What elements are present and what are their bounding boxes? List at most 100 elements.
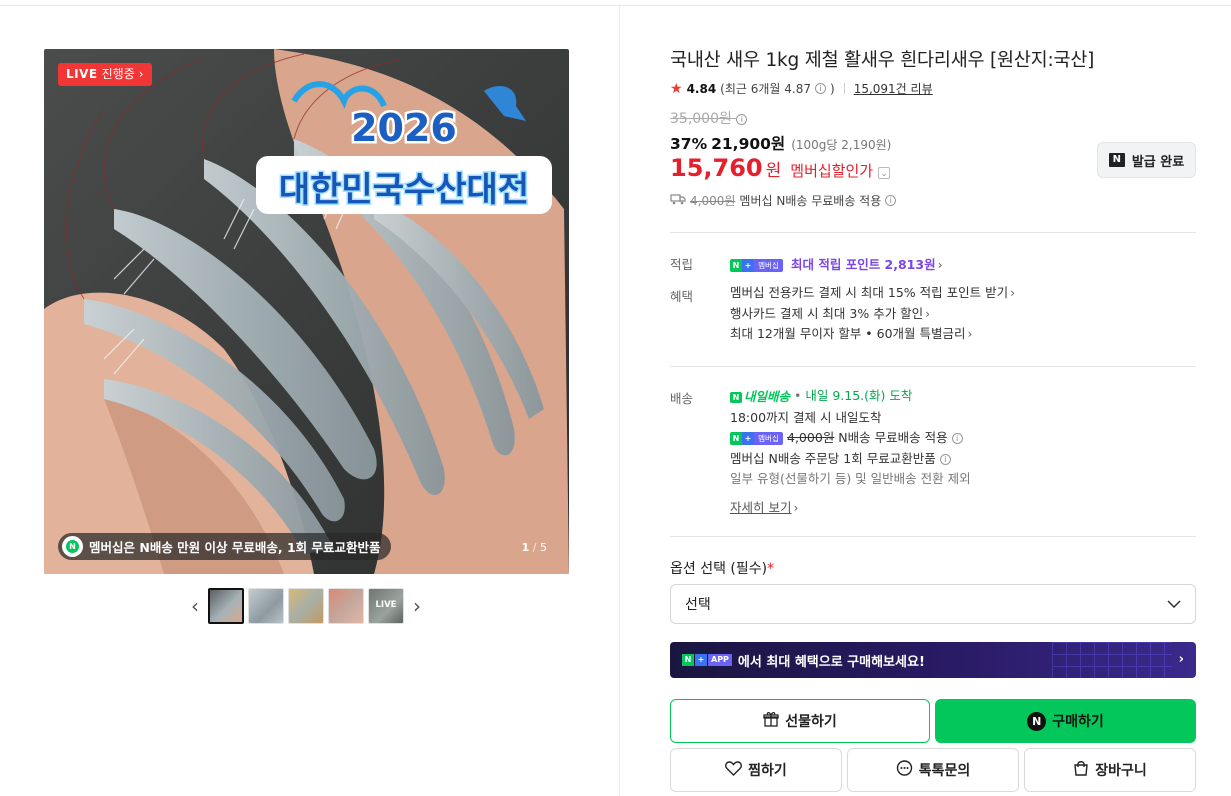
member-price-label[interactable]: 멤버십할인가 <box>790 160 873 181</box>
section-divider <box>670 366 1196 367</box>
delivery-info: N 내일배송 • 내일 9.15.(화) 도착 18:00까지 결제 시 내일도착… <box>730 386 971 518</box>
delivery-arrival-row: N 내일배송 • 내일 9.15.(화) 도착 <box>730 386 971 408</box>
cart-button[interactable]: 장바구니 <box>1024 748 1196 792</box>
rating-score: 4.84 <box>686 81 717 96</box>
thumbnail-prev-button[interactable]: ‹ <box>186 588 204 624</box>
original-price-value: 35,000원 <box>670 111 732 127</box>
thumbnail-3[interactable] <box>288 588 324 624</box>
image-counter: 1 / 5 <box>521 541 547 554</box>
tomorrow-delivery-logo: N 내일배송 <box>730 387 790 408</box>
points-row[interactable]: N + 멤버십 최대 적립 포인트 2,813원 › <box>730 254 943 273</box>
member-price-won: 원 <box>765 161 782 181</box>
info-icon[interactable]: i <box>951 433 963 445</box>
discount-rate: 37% <box>670 135 708 153</box>
chevron-left-icon: ‹ <box>191 594 199 618</box>
delivery-exchange-row: 멤버십 N배송 주문당 1회 무료교환반품 i <box>730 449 971 470</box>
info-icon[interactable]: i <box>939 453 951 465</box>
benefits-list: 멤버십 전용카드 결제 시 최대 15% 적립 포인트 받기 › 행사카드 결제 … <box>730 283 1015 345</box>
delivery-exchange: 멤버십 N배송 주문당 1회 무료교환반품 <box>730 450 936 466</box>
rating-recent: (최근 6개월 4.87 <box>720 82 811 96</box>
thumbnail-4[interactable] <box>328 588 364 624</box>
column-divider <box>619 6 620 796</box>
option-select[interactable]: 선택 <box>670 584 1196 624</box>
section-divider <box>670 232 1196 233</box>
chevron-right-icon: › <box>138 67 144 81</box>
gift-label: 선물하기 <box>785 714 837 730</box>
membership-shipping-banner: N 멤버십은 N배송 만원 이상 무료배송, 1회 무료교환반품 <box>58 533 391 560</box>
delivery-cutoff: 18:00까지 결제 시 내일도착 <box>730 409 882 425</box>
app-badge: APP <box>708 654 732 666</box>
chevron-right-icon: › <box>925 305 931 321</box>
app-promo-banner[interactable]: N + APP 에서 최대 혜택으로 구매해보세요! › <box>670 642 1196 678</box>
cart-label: 장바구니 <box>1095 763 1147 779</box>
thumbnail-1[interactable] <box>208 588 244 624</box>
coupon-issued-button[interactable]: N 발급 완료 <box>1097 142 1196 178</box>
n-logo-icon: N <box>62 536 83 557</box>
truck-icon <box>670 193 686 208</box>
chevron-right-icon: › <box>937 257 943 272</box>
event-title: 대한민국수산대전 <box>279 170 529 210</box>
thumbnail-2[interactable] <box>248 588 284 624</box>
app-promo-text: 에서 최대 혜택으로 구매해보세요! <box>737 654 925 670</box>
member-price-row: 15,760 원 멤버십할인가 ⌄ <box>670 154 891 182</box>
max-points: 최대 적립 포인트 2,813원 <box>790 257 936 272</box>
info-icon[interactable]: i <box>885 195 897 206</box>
chevron-right-icon: › <box>793 499 799 515</box>
wishlist-button[interactable]: 찜하기 <box>670 748 842 792</box>
naver-n-icon: N <box>1027 711 1047 731</box>
counter-total: 5 <box>540 541 547 554</box>
member-price: 15,760 <box>670 154 763 182</box>
live-badge[interactable]: LIVE 진행중 › <box>58 63 152 86</box>
event-year: 2026 <box>351 106 457 150</box>
buy-label: 구매하기 <box>1052 714 1104 730</box>
required-mark: * <box>767 561 775 577</box>
thumbnail-label: LIVE <box>375 600 397 610</box>
chevron-down-icon[interactable]: ⌄ <box>878 167 891 179</box>
live-label: LIVE <box>66 67 98 81</box>
delivery-fee-strike: 4,000원 <box>787 430 835 446</box>
decorative-grid <box>1052 642 1172 678</box>
delivery-fee-note: N배송 무료배송 적용 <box>838 430 948 446</box>
app-badges: N + APP <box>682 654 732 666</box>
thumbnail-5-live[interactable]: LIVE <box>368 588 404 624</box>
gift-button[interactable]: 선물하기 <box>670 699 930 743</box>
section-divider <box>670 536 1196 537</box>
talktalk-label: 톡톡문의 <box>918 763 971 779</box>
chevron-right-icon: › <box>1178 652 1184 667</box>
talktalk-inquiry-button[interactable]: 톡톡문의 <box>847 748 1019 792</box>
live-status: 진행중 <box>101 67 135 81</box>
shipping-note: 멤버십 N배송 무료배송 적용 <box>739 194 882 208</box>
info-icon[interactable]: i <box>815 83 826 94</box>
buy-button[interactable]: N 구매하기 <box>935 699 1196 743</box>
benefit-text: 행사카드 결제 시 최대 3% 추가 할인 <box>730 305 924 321</box>
main-product-image[interactable]: LIVE 진행중 › 2026 대한민국수산대전 N 멤버십은 N배송 만원 이… <box>44 49 569 574</box>
benefit-item[interactable]: 멤버십 전용카드 결제 시 최대 15% 적립 포인트 받기 › <box>730 283 1015 304</box>
review-count-link[interactable]: 15,091건 리뷰 <box>854 80 933 97</box>
benefit-item[interactable]: 최대 12개월 무이자 할부 • 60개월 특별금리 › <box>730 324 1015 345</box>
delivery-detail-link[interactable]: 자세히 보기 <box>730 500 791 515</box>
tomorrow-delivery-text: 내일배송 <box>744 389 791 405</box>
option-select-value: 선택 <box>685 597 711 613</box>
points-label: 적립 <box>670 257 694 272</box>
chevron-right-icon: › <box>1010 285 1016 300</box>
membership-pill: N + 멤버십 <box>730 432 783 446</box>
membership-pill-label: 멤버십 <box>754 259 783 272</box>
chat-bubble-icon <box>896 760 913 780</box>
info-icon[interactable]: i <box>736 113 748 125</box>
thumbnail-next-button[interactable]: › <box>408 588 426 624</box>
coupon-issued-label: 발급 완료 <box>1131 154 1185 170</box>
rating-row: ★ 4.84 (최근 6개월 4.87 i ) 15,091건 리뷰 <box>670 80 933 97</box>
thumbnail-strip: ‹ LIVE › <box>186 588 426 624</box>
shipping-summary: 4,000원 멤버십 N배송 무료배송 적용 i <box>670 192 897 209</box>
heart-icon <box>725 760 743 780</box>
product-title: 국내산 새우 1kg 제철 활새우 흰다리새우 [원산지:국산] <box>670 50 1095 71</box>
benefit-item[interactable]: 행사카드 결제 시 최대 3% 추가 할인 › <box>730 304 1015 325</box>
membership-pill-label: 멤버십 <box>754 432 783 446</box>
membership-pill: N + 멤버십 <box>730 259 783 272</box>
event-title-art: 2026 대한민국수산대전 <box>254 71 554 221</box>
chevron-right-icon: › <box>967 326 973 341</box>
rating-separator <box>843 83 845 94</box>
top-divider <box>0 5 1231 6</box>
delivery-fee-row: N + 멤버십 4,000원 N배송 무료배송 적용 i <box>730 428 971 449</box>
benefit-text: 최대 12개월 무이자 할부 • 60개월 특별금리 <box>730 326 966 341</box>
